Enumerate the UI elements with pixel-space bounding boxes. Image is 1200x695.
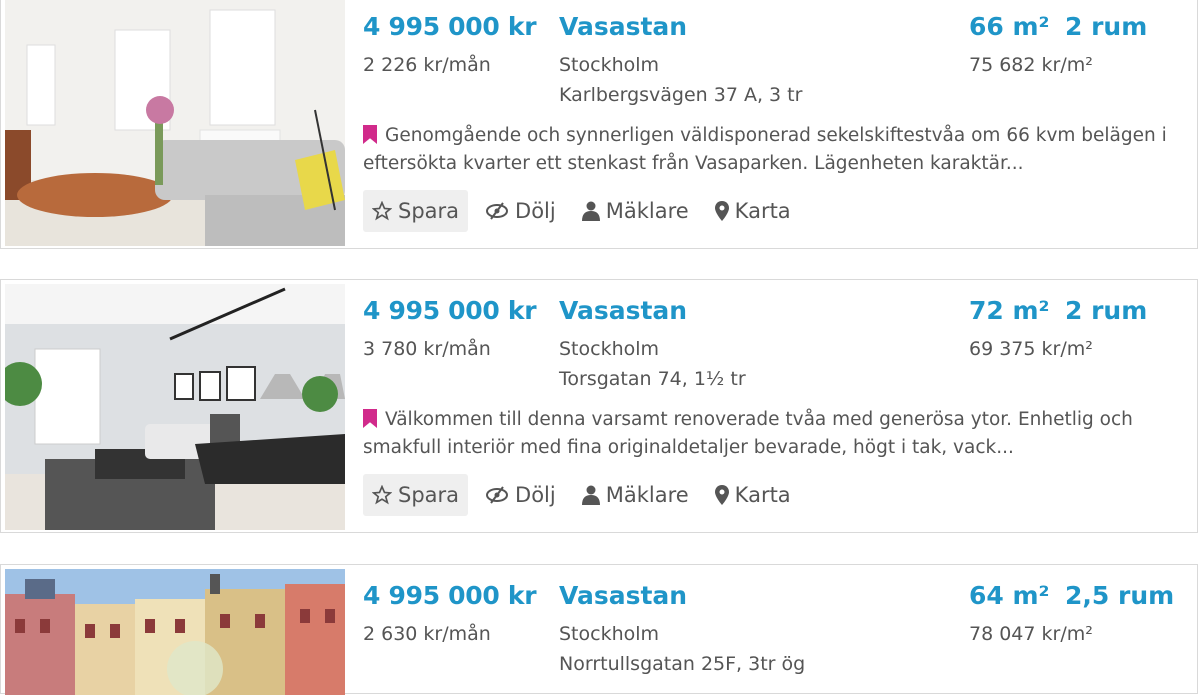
listing-price-per-sqm: 75 682 kr/m² — [969, 54, 1093, 76]
save-button[interactable]: Spara — [363, 190, 469, 232]
star-outline-icon — [372, 201, 392, 221]
listing-description-text: Genomgående och synnerligen väldisponera… — [363, 125, 1167, 174]
listing-actions: Spara Dölj Mäklare Karta — [363, 474, 808, 516]
hide-button-label: Dölj — [515, 483, 556, 507]
listing-price[interactable]: 4 995 000 kr — [363, 12, 537, 41]
broker-button[interactable]: Mäklare — [573, 474, 698, 516]
listing-living-area: 64 m² — [969, 581, 1050, 610]
listing-description-text: Välkommen till denna varsamt renoverade … — [363, 409, 1133, 458]
broker-button-label: Mäklare — [605, 483, 689, 507]
bookmark-icon — [363, 409, 377, 428]
listing-monthly-fee: 3 780 kr/mån — [363, 338, 491, 360]
listing-description: Genomgående och synnerligen väldisponera… — [363, 122, 1183, 178]
listing-rooms: 2 rum — [1065, 12, 1148, 41]
listing-actions: Spara Dölj Mäklare Karta — [363, 190, 808, 232]
star-outline-icon — [372, 485, 392, 505]
listing-city: Stockholm — [559, 623, 660, 645]
listing-living-area: 72 m² — [969, 296, 1050, 325]
listing-address: Norrtullsgatan 25F, 3tr ög — [559, 653, 806, 675]
listing-living-area: 66 m² — [969, 12, 1050, 41]
listing-card[interactable]: 4 995 000 kr Vasastan 66 m² 2 rum 2 226 … — [0, 0, 1198, 249]
listing-city: Stockholm — [559, 338, 660, 360]
listing-photo[interactable] — [5, 569, 345, 695]
map-button-label: Karta — [734, 483, 791, 507]
hide-button[interactable]: Dölj — [476, 474, 565, 516]
save-button-label: Spara — [398, 199, 460, 223]
broker-button-label: Mäklare — [605, 199, 689, 223]
listing-area[interactable]: Vasastan — [559, 12, 687, 41]
listing-card[interactable]: 4 995 000 kr Vasastan 72 m² 2 rum 3 780 … — [0, 279, 1198, 533]
eye-slash-icon — [486, 486, 509, 504]
listing-price[interactable]: 4 995 000 kr — [363, 581, 537, 610]
listing-address: Torsgatan 74, 1½ tr — [559, 368, 746, 390]
listing-photo[interactable] — [5, 0, 345, 246]
listing-area[interactable]: Vasastan — [559, 296, 687, 325]
listing-city: Stockholm — [559, 54, 660, 76]
listing-rooms: 2 rum — [1065, 296, 1148, 325]
bookmark-icon — [363, 125, 377, 144]
listing-rooms: 2,5 rum — [1065, 581, 1175, 610]
listing-area[interactable]: Vasastan — [559, 581, 687, 610]
map-button[interactable]: Karta — [706, 474, 800, 516]
map-marker-icon — [714, 201, 729, 221]
listing-card[interactable]: 4 995 000 kr Vasastan 64 m² 2,5 rum 2 63… — [0, 564, 1198, 695]
listing-price-per-sqm: 69 375 kr/m² — [969, 338, 1093, 360]
listing-monthly-fee: 2 630 kr/mån — [363, 623, 491, 645]
listing-price[interactable]: 4 995 000 kr — [363, 296, 537, 325]
map-button-label: Karta — [734, 199, 791, 223]
eye-slash-icon — [486, 202, 509, 220]
save-button[interactable]: Spara — [363, 474, 469, 516]
listing-monthly-fee: 2 226 kr/mån — [363, 54, 491, 76]
listing-description: Välkommen till denna varsamt renoverade … — [363, 406, 1183, 462]
listing-address: Karlbergsvägen 37 A, 3 tr — [559, 84, 803, 106]
map-button[interactable]: Karta — [706, 190, 800, 232]
map-marker-icon — [714, 485, 729, 505]
hide-button-label: Dölj — [515, 199, 556, 223]
listing-price-per-sqm: 78 047 kr/m² — [969, 623, 1093, 645]
listing-photo[interactable] — [5, 284, 345, 530]
hide-button[interactable]: Dölj — [476, 190, 565, 232]
broker-button[interactable]: Mäklare — [573, 190, 698, 232]
user-icon — [581, 201, 600, 221]
save-button-label: Spara — [398, 483, 460, 507]
user-icon — [581, 485, 600, 505]
